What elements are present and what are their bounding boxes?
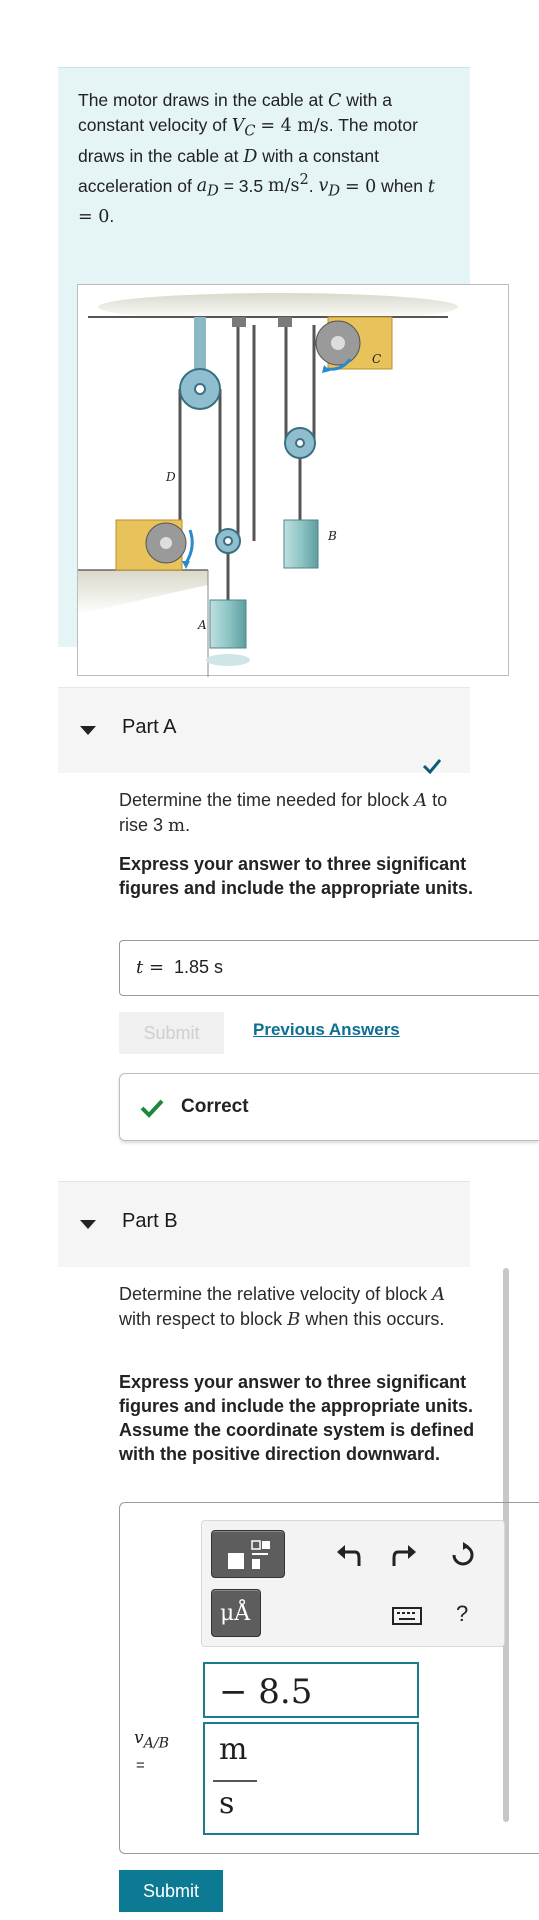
unit-denominator: s <box>219 1786 235 1821</box>
answer-value: 1.85 s <box>174 957 224 977</box>
units-button[interactable]: μÅ <box>211 1589 261 1637</box>
equals-sign: = <box>136 1757 145 1774</box>
pulley-diagram: D A B C <box>78 293 458 677</box>
part-a-title: Part A <box>122 716 177 738</box>
label-b: B <box>327 529 337 543</box>
part-b-question: Determine the relative velocity of block… <box>119 1284 446 1330</box>
part-a-answer-field[interactable]: t = 1.85 s <box>119 940 539 996</box>
units-input[interactable]: m s <box>203 1722 419 1835</box>
keyboard-icon[interactable] <box>392 1607 422 1625</box>
value-input[interactable]: − 8.5 <box>203 1662 419 1718</box>
units-icon: μÅ <box>220 1601 251 1626</box>
part-b-title: Part B <box>122 1210 178 1232</box>
label-c: C <box>372 352 381 366</box>
submit-button-disabled[interactable]: Submit <box>119 1012 224 1054</box>
problem-statement: The motor draws in the cable at C with a… <box>58 67 509 677</box>
part-b-header[interactable]: Part B <box>58 1181 470 1267</box>
undo-icon[interactable] <box>335 1542 361 1568</box>
templates-icon <box>228 1540 270 1569</box>
checkmark-icon <box>140 1099 164 1118</box>
part-b-instructions: Express your answer to three significant… <box>119 1372 475 1464</box>
label-a: A <box>197 618 207 632</box>
collapse-caret-icon[interactable] <box>80 726 96 735</box>
answer-variable: t = <box>136 957 165 978</box>
previous-answers-link[interactable]: Previous Answers <box>253 1020 400 1040</box>
submit-button[interactable]: Submit <box>119 1870 223 1912</box>
part-a-header[interactable]: Part A <box>58 687 470 774</box>
problem-text: The motor draws in the cable at C with a… <box>78 90 435 227</box>
unit-numerator: m <box>219 1732 248 1767</box>
part-a-question: Determine the time needed for block A to… <box>119 790 448 836</box>
help-icon[interactable]: ? <box>456 1601 468 1627</box>
fraction-bar <box>213 1780 257 1782</box>
redo-icon[interactable] <box>392 1542 418 1568</box>
part-a-instructions: Express your answer to three significant… <box>119 854 474 898</box>
math-toolbar: μÅ ? <box>201 1520 505 1647</box>
reset-icon[interactable] <box>450 1542 476 1568</box>
pulley-figure: D A B C <box>77 284 509 677</box>
value-text: − 8.5 <box>219 1672 313 1712</box>
feedback-correct: Correct <box>119 1073 539 1141</box>
feedback-label: Correct <box>181 1096 249 1117</box>
checkmark-icon <box>422 759 442 774</box>
collapse-caret-icon[interactable] <box>80 1220 96 1229</box>
label-d: D <box>165 470 176 484</box>
vab-variable: vA/B <box>134 1728 170 1752</box>
templates-button[interactable] <box>211 1530 285 1578</box>
